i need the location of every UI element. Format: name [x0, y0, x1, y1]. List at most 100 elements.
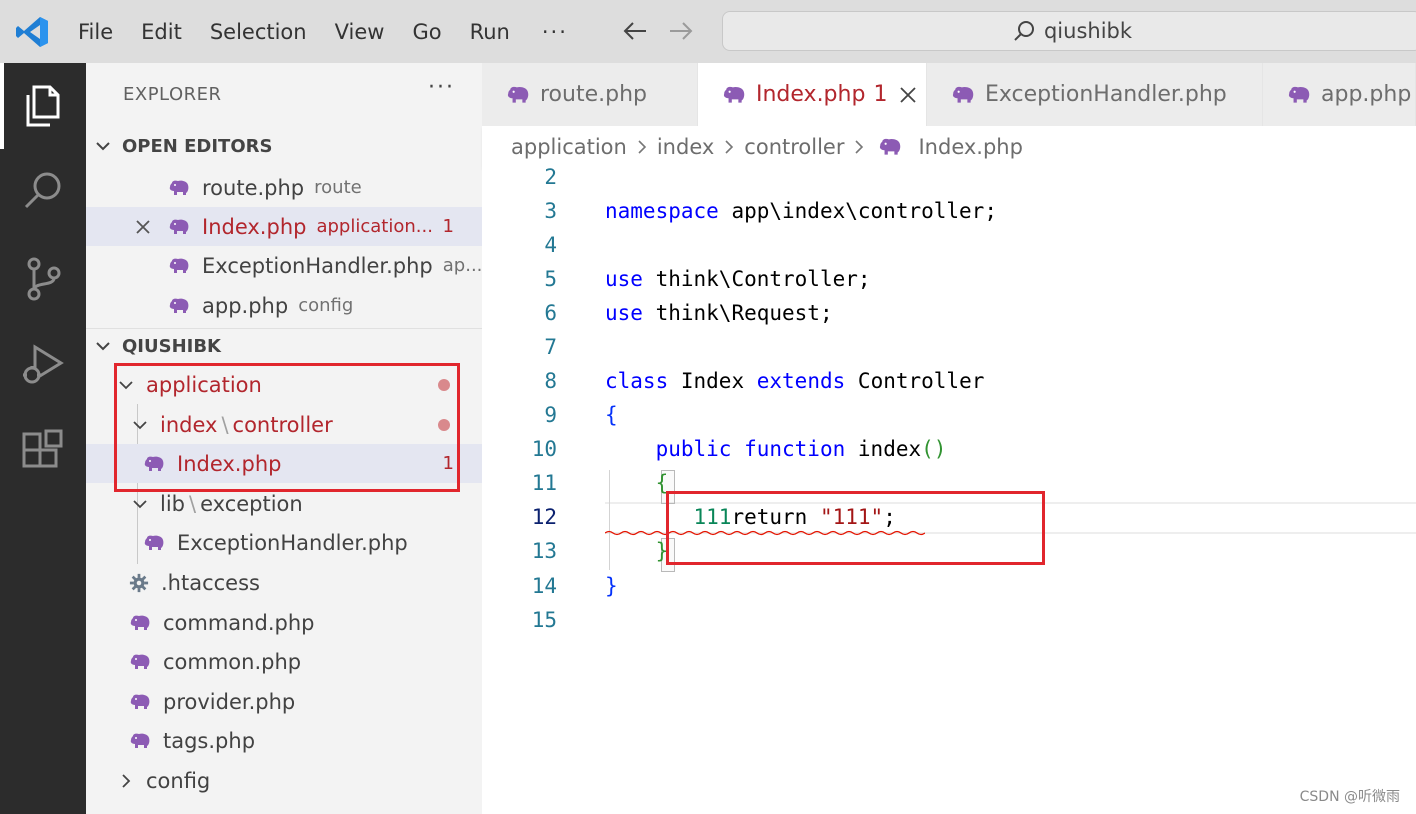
code-editor[interactable]: 2 3 namespace app\index\controller; 4 5 …: [482, 165, 1416, 814]
workspace-header[interactable]: QIUSHIBK: [86, 328, 482, 363]
php-elephant-icon: [507, 86, 529, 103]
open-editor-item[interactable]: ExceptionHandler.php ap...: [86, 246, 482, 285]
code-line: 4: [482, 228, 1416, 262]
code-line: 10 public function index(): [482, 432, 1416, 466]
editor-tabs: route.php Index.php 1 ExceptionHandler.p…: [482, 63, 1416, 126]
open-editor-item[interactable]: app.php config: [86, 286, 482, 325]
code-line: 3 namespace app\index\controller;: [482, 194, 1416, 228]
open-editor-label: route.php: [202, 175, 305, 200]
chevron-down-icon: [96, 342, 110, 351]
chevron-right-icon: [638, 140, 646, 154]
breadcrumb-item[interactable]: controller: [744, 135, 844, 159]
tab-problem-badge: 1: [873, 82, 888, 107]
tree-label: common.php: [163, 649, 302, 674]
tab-exceptionhandler-php[interactable]: ExceptionHandler.php: [927, 63, 1263, 126]
tab-label: Index.php: [756, 82, 866, 107]
tree-file[interactable]: tags.php: [86, 721, 482, 760]
tree-label: command.php: [163, 610, 315, 635]
tree-label: lib: [160, 491, 185, 516]
tree-file[interactable]: ExceptionHandler.php: [86, 523, 482, 562]
open-editor-desc: ap...: [442, 255, 482, 276]
tree-file[interactable]: command.php: [86, 603, 482, 642]
menu-bar: File Edit Selection View Go Run ···: [64, 0, 586, 63]
extensions-icon[interactable]: [0, 411, 86, 491]
class-name-token: Index: [680, 369, 745, 393]
gear-icon: [129, 573, 149, 592]
close-icon[interactable]: [899, 86, 917, 104]
menu-edit[interactable]: Edit: [127, 20, 196, 44]
tree-label: exception: [200, 491, 303, 516]
tab-route-php[interactable]: route.php: [482, 63, 698, 126]
line-number: 11: [531, 471, 557, 495]
open-editor-label: app.php: [202, 293, 289, 318]
menu-view[interactable]: View: [321, 20, 399, 44]
open-editor-item[interactable]: route.php route: [86, 168, 482, 207]
line-number: 4: [544, 233, 557, 257]
php-elephant-icon: [169, 258, 189, 273]
vscode-logo-icon[interactable]: [14, 14, 50, 50]
tree-file[interactable]: provider.php: [86, 682, 482, 721]
brace-token: {: [605, 403, 618, 427]
tree-label: .htaccess: [161, 570, 260, 595]
line-number: 12: [531, 505, 557, 529]
keyword-token: public: [655, 437, 732, 461]
tree-label: ExceptionHandler.php: [177, 530, 408, 555]
line-number: 13: [531, 539, 557, 563]
annotation-box-code: [666, 491, 1045, 565]
chevron-right-icon: [855, 140, 864, 154]
menu-go[interactable]: Go: [398, 20, 455, 44]
open-editor-label: Index.php: [202, 214, 307, 239]
run-debug-icon[interactable]: [0, 325, 86, 405]
explorer-sidebar: EXPLORER ··· OPEN EDITORS route.php rout…: [86, 63, 482, 814]
code-line: 2: [482, 160, 1416, 194]
function-name-token: index: [857, 437, 922, 461]
line-number: 7: [544, 335, 557, 359]
paren-token: ): [933, 437, 947, 461]
tab-index-php[interactable]: Index.php 1: [698, 63, 927, 126]
source-control-icon[interactable]: [0, 239, 86, 319]
tab-label: ExceptionHandler.php: [985, 82, 1227, 107]
menu-run[interactable]: Run: [456, 20, 524, 44]
namespace-path-token: app\index\controller;: [731, 199, 997, 223]
title-bar: File Edit Selection View Go Run ··· qius…: [0, 0, 1416, 63]
breadcrumb-item[interactable]: application: [511, 135, 627, 159]
tree-label: tags.php: [163, 728, 256, 753]
explorer-more-button[interactable]: ···: [428, 75, 455, 100]
search-icon: [1014, 21, 1034, 41]
php-elephant-icon: [144, 535, 164, 550]
tree-label: config: [146, 768, 211, 793]
search-icon[interactable]: [0, 151, 86, 231]
php-elephant-icon: [169, 219, 189, 234]
close-icon[interactable]: [135, 219, 151, 235]
tree-file[interactable]: .htaccess: [86, 563, 482, 602]
breadcrumb-item[interactable]: Index.php: [918, 135, 1022, 159]
php-elephant-icon: [130, 733, 150, 748]
php-elephant-icon: [952, 86, 974, 103]
annotation-box-sidebar: [114, 363, 460, 492]
menu-file[interactable]: File: [64, 20, 127, 44]
menu-more-button[interactable]: ···: [524, 20, 586, 44]
parent-class-token: Controller: [857, 369, 985, 393]
line-number: 3: [544, 199, 557, 223]
open-editor-desc: config: [298, 295, 354, 316]
tree-file[interactable]: common.php: [86, 642, 482, 681]
keyword-token: class: [605, 369, 669, 393]
arrow-right-icon[interactable]: [666, 18, 696, 44]
php-elephant-icon: [130, 654, 150, 669]
workspace-title: QIUSHIBK: [122, 335, 222, 357]
code-line: 6 use think\Request;: [482, 296, 1416, 330]
explorer-icon[interactable]: [0, 66, 86, 146]
tab-app-php[interactable]: app.php: [1263, 63, 1416, 126]
open-editors-header[interactable]: OPEN EDITORS: [86, 129, 482, 163]
menu-selection[interactable]: Selection: [196, 20, 321, 44]
breadcrumb-item[interactable]: index: [657, 135, 714, 159]
arrow-left-icon[interactable]: [620, 18, 650, 44]
php-elephant-icon: [1288, 86, 1310, 103]
php-elephant-icon: [723, 86, 745, 103]
tree-folder-config[interactable]: config: [86, 761, 482, 800]
open-editors-title: OPEN EDITORS: [122, 135, 273, 157]
command-center-search[interactable]: qiushibk: [722, 11, 1416, 51]
line-number: 10: [531, 437, 557, 461]
php-elephant-icon: [130, 694, 150, 709]
open-editor-item-active[interactable]: Index.php application... 1: [86, 207, 482, 246]
